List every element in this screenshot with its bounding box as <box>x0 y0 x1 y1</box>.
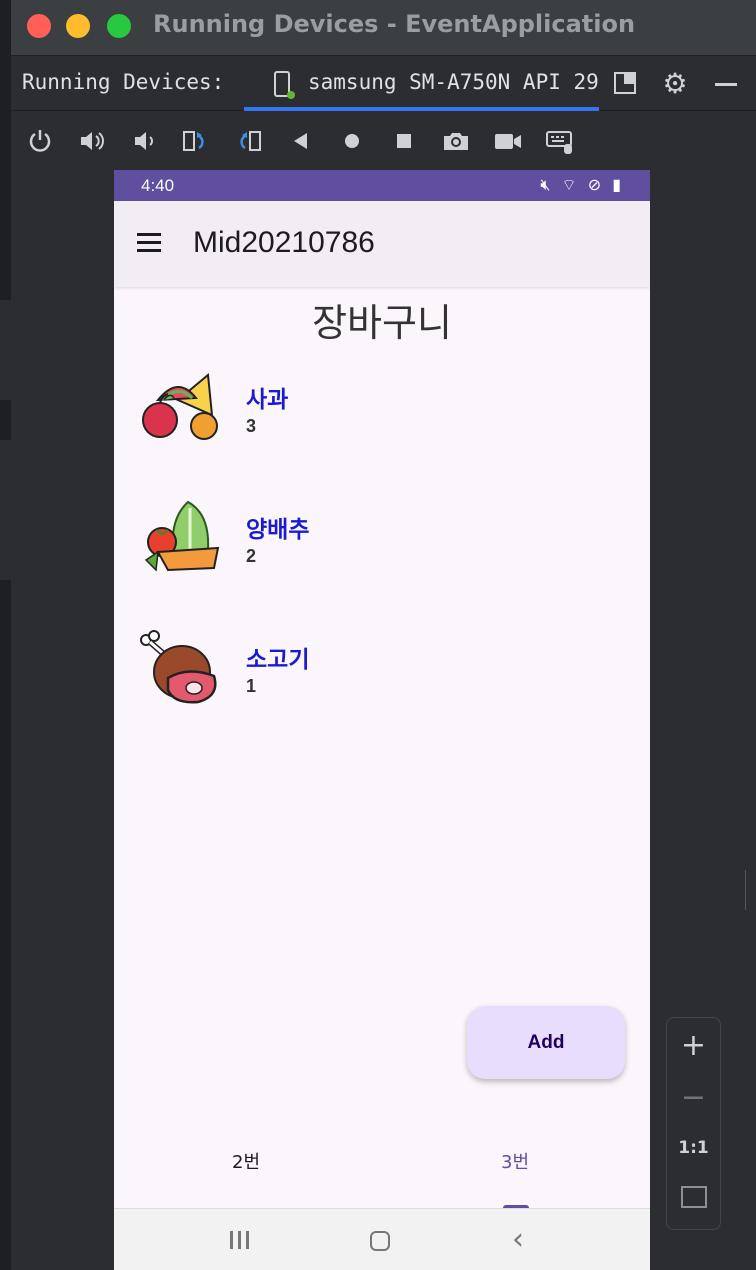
window-edge <box>745 870 756 910</box>
item-quantity: 1 <box>246 676 257 696</box>
app-title: Mid20210786 <box>193 226 375 259</box>
page-heading: 장바구니 <box>312 301 452 345</box>
rotate-left-icon[interactable] <box>181 126 211 156</box>
list-item[interactable]: 사과 3 <box>114 370 650 480</box>
device-screen[interactable]: 4:40 🔇︎ ⌔ ⊘ ▮ Mid20210786 장바구니 사과 3 양배추 … <box>114 170 650 1270</box>
screen-record-icon[interactable] <box>493 126 523 156</box>
editor-sliver <box>0 0 11 1270</box>
fruit-icon <box>138 370 220 452</box>
tab-2[interactable]: 2번 <box>232 1148 260 1174</box>
zoom-out-button[interactable]: − <box>667 1080 720 1115</box>
window-title: Running Devices - EventApplication <box>153 10 636 38</box>
gear-icon[interactable]: ⚙ <box>661 70 689 98</box>
power-icon[interactable] <box>25 126 55 156</box>
app-bar: Mid20210786 <box>114 201 650 287</box>
home-button-icon[interactable] <box>370 1231 390 1251</box>
device-online-indicator <box>287 91 295 99</box>
meat-icon <box>138 630 220 712</box>
back-icon[interactable] <box>285 126 315 156</box>
zoom-window-button[interactable] <box>107 14 131 38</box>
status-bar: 4:40 🔇︎ ⌔ ⊘ ▮ <box>114 170 650 201</box>
list-item[interactable]: 소고기 1 <box>114 630 650 740</box>
active-tab-underline <box>244 107 599 111</box>
volume-up-icon[interactable] <box>77 126 107 156</box>
close-window-button[interactable] <box>27 14 51 38</box>
list-item[interactable]: 양배추 2 <box>114 500 650 610</box>
keyboard-icon[interactable] <box>545 126 575 156</box>
hamburger-menu-icon[interactable] <box>137 233 163 253</box>
vegetable-icon <box>138 500 220 582</box>
device-tab-label: samsung SM-A750N API 29 <box>308 70 599 94</box>
status-icons: 🔇︎ ⌔ ⊘ ▮ <box>540 175 624 195</box>
dnd-icon: ⊘ <box>587 175 605 194</box>
item-name: 소고기 <box>246 647 310 673</box>
editor-pane <box>0 300 11 400</box>
bottom-navigation: 2번 3번 <box>114 1138 650 1211</box>
item-name: 양배추 <box>246 517 310 543</box>
zoom-controls: + − 1:1 <box>666 1017 721 1230</box>
running-devices-label: Running Devices: <box>22 70 225 94</box>
battery-icon: ▮ <box>612 175 624 194</box>
volume-down-icon[interactable] <box>129 126 159 156</box>
minimize-window-button[interactable] <box>66 14 90 38</box>
item-quantity: 2 <box>246 546 257 566</box>
wifi-icon: ⌔ <box>561 175 580 194</box>
hide-panel-icon[interactable] <box>712 70 740 98</box>
status-time: 4:40 <box>141 176 175 195</box>
home-icon[interactable] <box>337 126 367 156</box>
device-toolbar <box>11 112 756 170</box>
devices-bar: Running Devices: samsung SM-A750N API 29… <box>11 57 756 111</box>
editor-pane <box>0 440 11 580</box>
fit-screen-icon[interactable] <box>667 1186 720 1208</box>
overview-icon[interactable] <box>389 126 419 156</box>
item-quantity: 3 <box>246 416 257 436</box>
tab-3[interactable]: 3번 <box>501 1148 529 1174</box>
rotate-right-icon[interactable] <box>233 126 263 156</box>
title-bar: Running Devices - EventApplication <box>11 0 756 56</box>
device-tab[interactable]: samsung SM-A750N API 29 <box>244 57 599 111</box>
item-name: 사과 <box>246 387 289 413</box>
back-arrow-icon[interactable]: ‹ <box>512 1222 524 1257</box>
add-button[interactable]: Add <box>467 1006 625 1079</box>
running-devices-window: Running Devices - EventApplication Runni… <box>11 0 756 1270</box>
recents-icon[interactable] <box>230 1231 250 1249</box>
layout-icon[interactable] <box>612 70 640 98</box>
mute-icon: 🔇︎ <box>540 175 554 194</box>
screenshot-icon[interactable] <box>441 126 471 156</box>
system-navigation-bar: ‹ <box>114 1208 650 1270</box>
actual-size-button[interactable]: 1:1 <box>667 1138 720 1158</box>
zoom-in-button[interactable]: + <box>667 1028 720 1063</box>
